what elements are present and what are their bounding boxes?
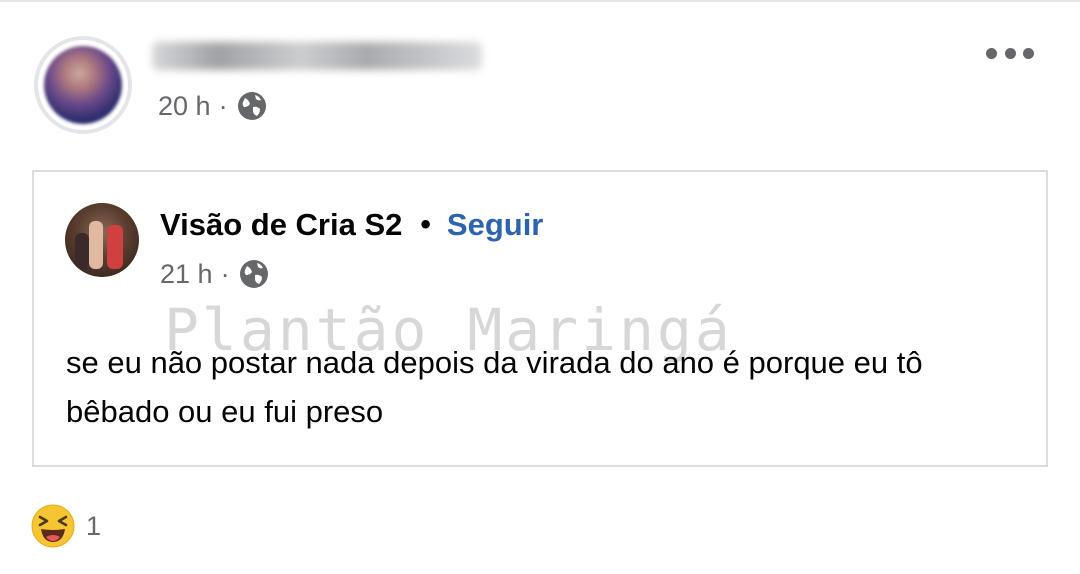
shared-post-header: Visão de Cria S2 • Seguir [160, 202, 543, 248]
header-separator: • [420, 208, 431, 241]
top-divider [0, 0, 1080, 2]
shared-post-card[interactable]: Visão de Cria S2 • Seguir 21 h · Plantão… [32, 170, 1048, 467]
follow-button[interactable]: Seguir [447, 207, 543, 243]
meta-separator: · [220, 258, 230, 289]
more-options-icon[interactable] [986, 42, 1034, 64]
post-body-text: se eu não postar nada depois da virada d… [66, 345, 923, 429]
globe-icon [239, 260, 268, 288]
shared-post-timestamp[interactable]: 21 h [160, 259, 213, 290]
meta-separator: · [218, 90, 228, 121]
page-name[interactable]: Visão de Cria S2 [160, 207, 402, 243]
post-timestamp[interactable]: 20 h [158, 91, 211, 122]
reaction-count: 1 [86, 510, 102, 541]
shared-post-meta: 21 h · [160, 256, 270, 292]
haha-reaction-icon [31, 504, 75, 548]
reactions-summary[interactable]: 1 [30, 502, 101, 550]
page-avatar[interactable] [65, 203, 139, 277]
post-meta: 20 h · [158, 88, 268, 124]
globe-icon [237, 92, 266, 120]
author-avatar[interactable] [34, 36, 132, 134]
author-name-redacted[interactable] [152, 42, 482, 70]
